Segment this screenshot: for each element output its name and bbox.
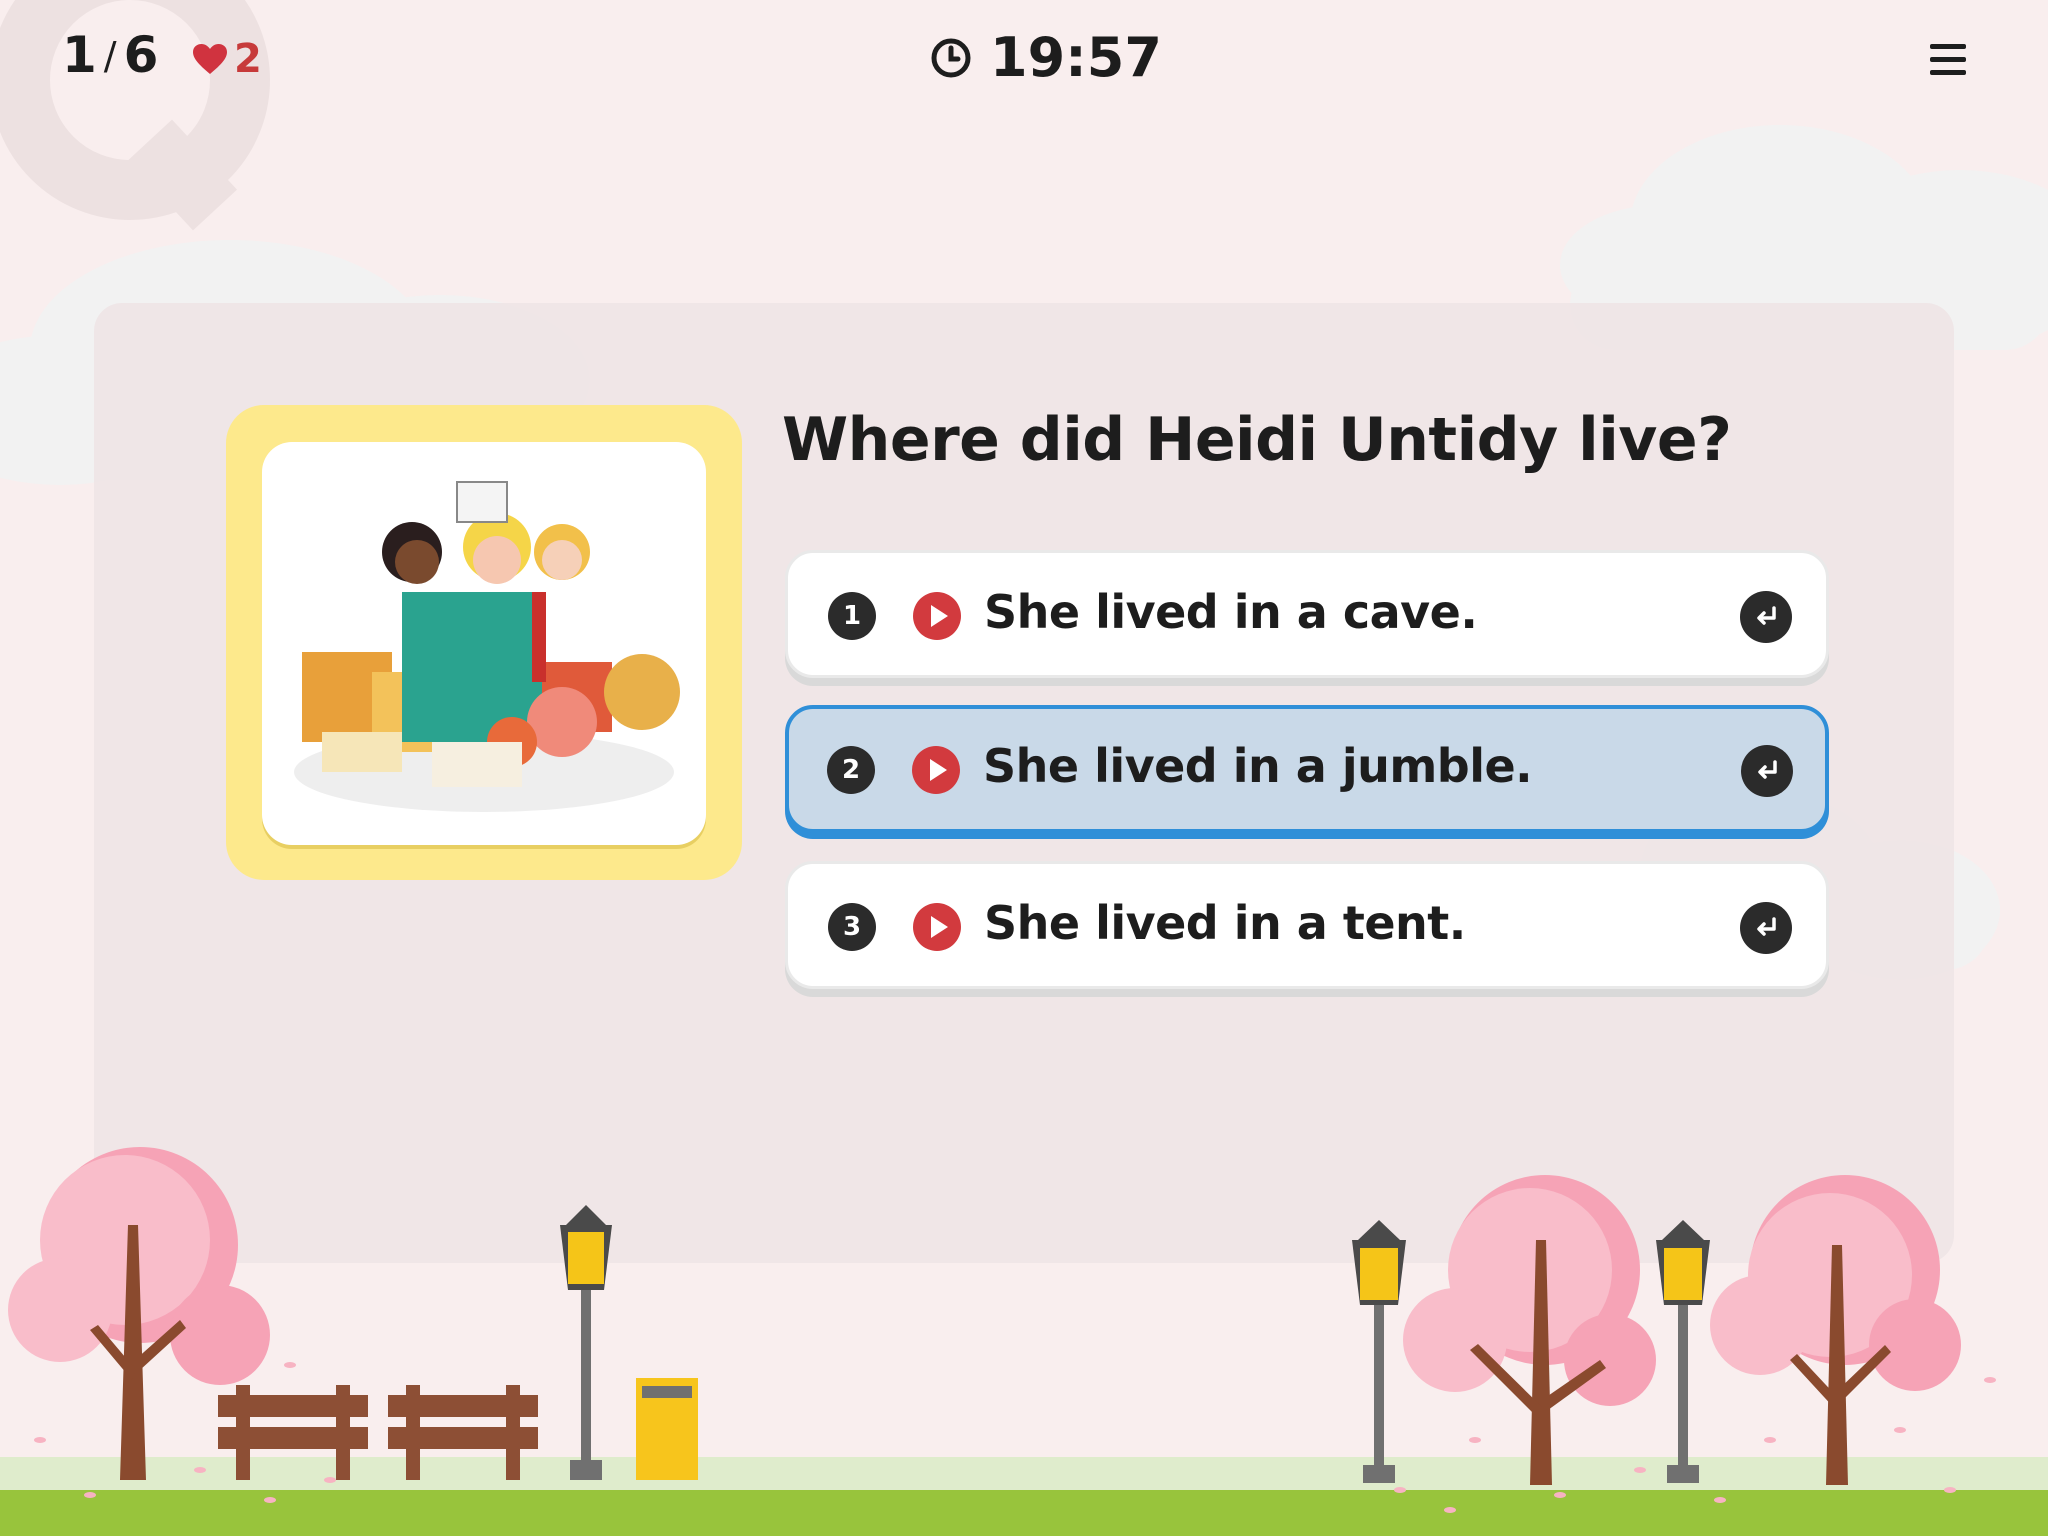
enter-arrow-icon[interactable] xyxy=(1740,902,1792,954)
timer-value: 19:57 xyxy=(990,26,1162,89)
progress-separator: / xyxy=(103,34,118,78)
answer-option-2[interactable]: 2 She lived in a jumble. xyxy=(785,705,1829,833)
enter-arrow-icon[interactable] xyxy=(1740,591,1792,643)
answer-option-1[interactable]: 1 She lived in a cave. xyxy=(785,550,1829,678)
enter-arrow-icon[interactable] xyxy=(1741,745,1793,797)
answer-option-3[interactable]: 3 She lived in a tent. xyxy=(785,861,1829,989)
play-audio-icon[interactable] xyxy=(911,745,961,795)
option-number-badge: 3 xyxy=(828,903,876,951)
option-number-badge: 1 xyxy=(828,592,876,640)
option-text: She lived in a tent. xyxy=(984,896,1466,950)
option-text: She lived in a jumble. xyxy=(983,739,1533,793)
question-text: Where did Heidi Untidy live? xyxy=(782,405,1732,475)
play-audio-icon[interactable] xyxy=(912,902,962,952)
progress-total: 6 xyxy=(123,26,160,84)
book-illustration xyxy=(262,442,706,845)
trash-bin xyxy=(636,1378,698,1480)
option-text: She lived in a cave. xyxy=(984,585,1478,639)
heart-icon xyxy=(193,44,227,74)
grass-light xyxy=(0,1457,2048,1497)
play-audio-icon[interactable] xyxy=(912,591,962,641)
clock-icon xyxy=(931,38,971,77)
progress-current: 1 xyxy=(62,26,98,84)
lives-counter: 2 xyxy=(192,36,262,82)
timer: 19:57 xyxy=(930,26,1162,89)
hamburger-menu-icon[interactable] xyxy=(1926,38,1970,82)
bench-right xyxy=(388,1385,538,1480)
bench-left xyxy=(218,1385,368,1480)
lives-count: 2 xyxy=(234,36,262,82)
option-number-badge: 2 xyxy=(827,746,875,794)
question-progress: 1/6 xyxy=(62,26,159,84)
falling-petals xyxy=(34,1362,1996,1513)
grass xyxy=(0,1490,2048,1536)
